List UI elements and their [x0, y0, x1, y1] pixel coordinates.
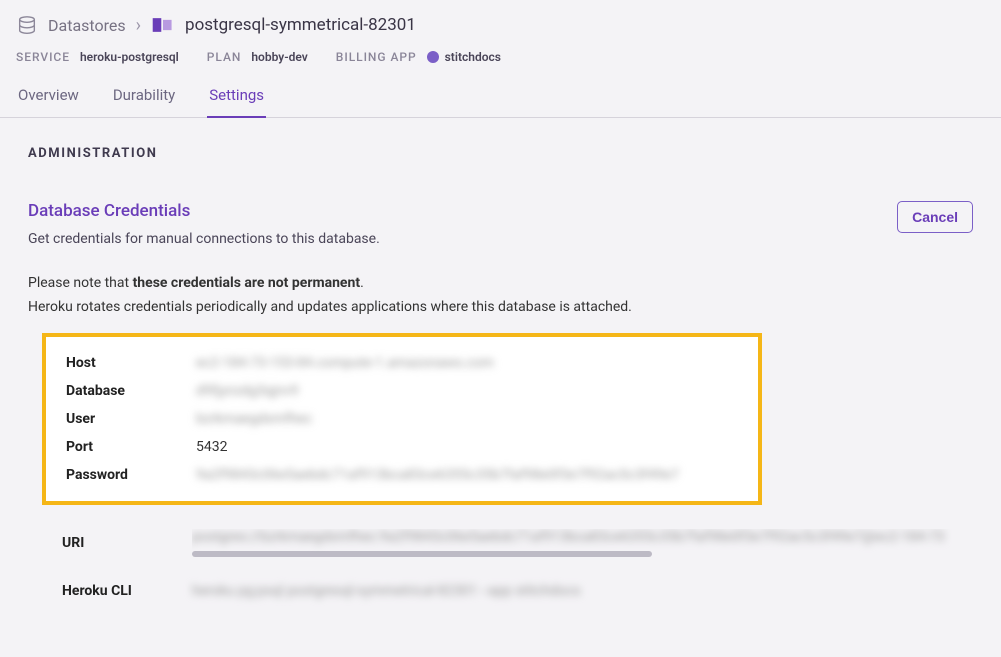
- port-value[interactable]: 5432: [196, 439, 227, 455]
- port-label: Port: [66, 439, 196, 455]
- datastore-icon: [16, 14, 38, 36]
- password-value[interactable]: 9a2f9843c06e5aebdc71af913bca83ce6355c35b…: [196, 467, 679, 483]
- tab-settings[interactable]: Settings: [207, 86, 266, 118]
- user-value[interactable]: bzrkmaegdxmfhec: [196, 411, 312, 427]
- credentials-subheading: Get credentials for manual connections t…: [28, 231, 380, 247]
- chevron-right-icon: ›: [136, 15, 141, 36]
- cred-row-user: User bzrkmaegdxmfhec: [66, 405, 738, 433]
- billing-app-link[interactable]: stitchdocs: [427, 50, 501, 64]
- cred-row-database: Database d9fjynzdg3qjnv9: [66, 377, 738, 405]
- plan-label: PLAN: [207, 50, 242, 64]
- plan-value: hobby-dev: [251, 50, 307, 64]
- resource-name: postgresql-symmetrical-82301: [185, 15, 416, 35]
- database-value[interactable]: d9fjynzdg3qjnv9: [196, 383, 298, 399]
- breadcrumb-datastores[interactable]: Datastores: [48, 16, 126, 35]
- uri-value[interactable]: postgres://bzrkmaegdxmfhec:9a2f9843c06e5…: [192, 529, 952, 545]
- credentials-box: Host ec2-184-73-153-84.compute-1.amazona…: [42, 333, 762, 505]
- tabs: Overview Durability Settings: [16, 86, 985, 117]
- database-label: Database: [66, 383, 196, 399]
- password-label: Password: [66, 467, 196, 483]
- cancel-button[interactable]: Cancel: [897, 201, 973, 233]
- cred-row-password: Password 9a2f9843c06e5aebdc71af913bca83c…: [66, 461, 738, 489]
- breadcrumb: Datastores › postgresql-symmetrical-8230…: [16, 14, 985, 36]
- tab-durability[interactable]: Durability: [111, 86, 177, 117]
- uri-scrollbar[interactable]: [192, 551, 652, 557]
- cred-row-cli: Heroku CLI heroku pg:psql postgresql-sym…: [46, 575, 973, 617]
- meta-row: SERVICE heroku-postgresql PLAN hobby-dev…: [16, 50, 985, 64]
- service-label: SERVICE: [16, 50, 70, 64]
- credentials-heading: Database Credentials: [28, 201, 380, 221]
- app-dot-icon: [427, 51, 439, 63]
- host-label: Host: [66, 355, 196, 371]
- credentials-note: Please note that these credentials are n…: [28, 275, 973, 291]
- user-label: User: [66, 411, 196, 427]
- rotate-note: Heroku rotates credentials periodically …: [28, 299, 973, 315]
- billing-label: BILLING APP: [336, 50, 417, 64]
- tab-overview[interactable]: Overview: [16, 86, 81, 117]
- cli-label: Heroku CLI: [62, 583, 192, 599]
- administration-heading: ADMINISTRATION: [28, 146, 973, 161]
- service-value: heroku-postgresql: [80, 50, 179, 64]
- host-value[interactable]: ec2-184-73-153-84.compute-1.amazonaws.co…: [196, 355, 494, 371]
- cred-row-host: Host ec2-184-73-153-84.compute-1.amazona…: [66, 349, 738, 377]
- uri-label: URI: [62, 535, 192, 551]
- heroku-postgres-icon: [151, 15, 175, 35]
- billing-app-name: stitchdocs: [445, 50, 501, 64]
- cred-row-port: Port 5432: [66, 433, 738, 461]
- cred-row-uri: URI postgres://bzrkmaegdxmfhec:9a2f9843c…: [46, 521, 973, 575]
- cli-value[interactable]: heroku pg:psql postgresql-symmetrical-82…: [192, 583, 580, 599]
